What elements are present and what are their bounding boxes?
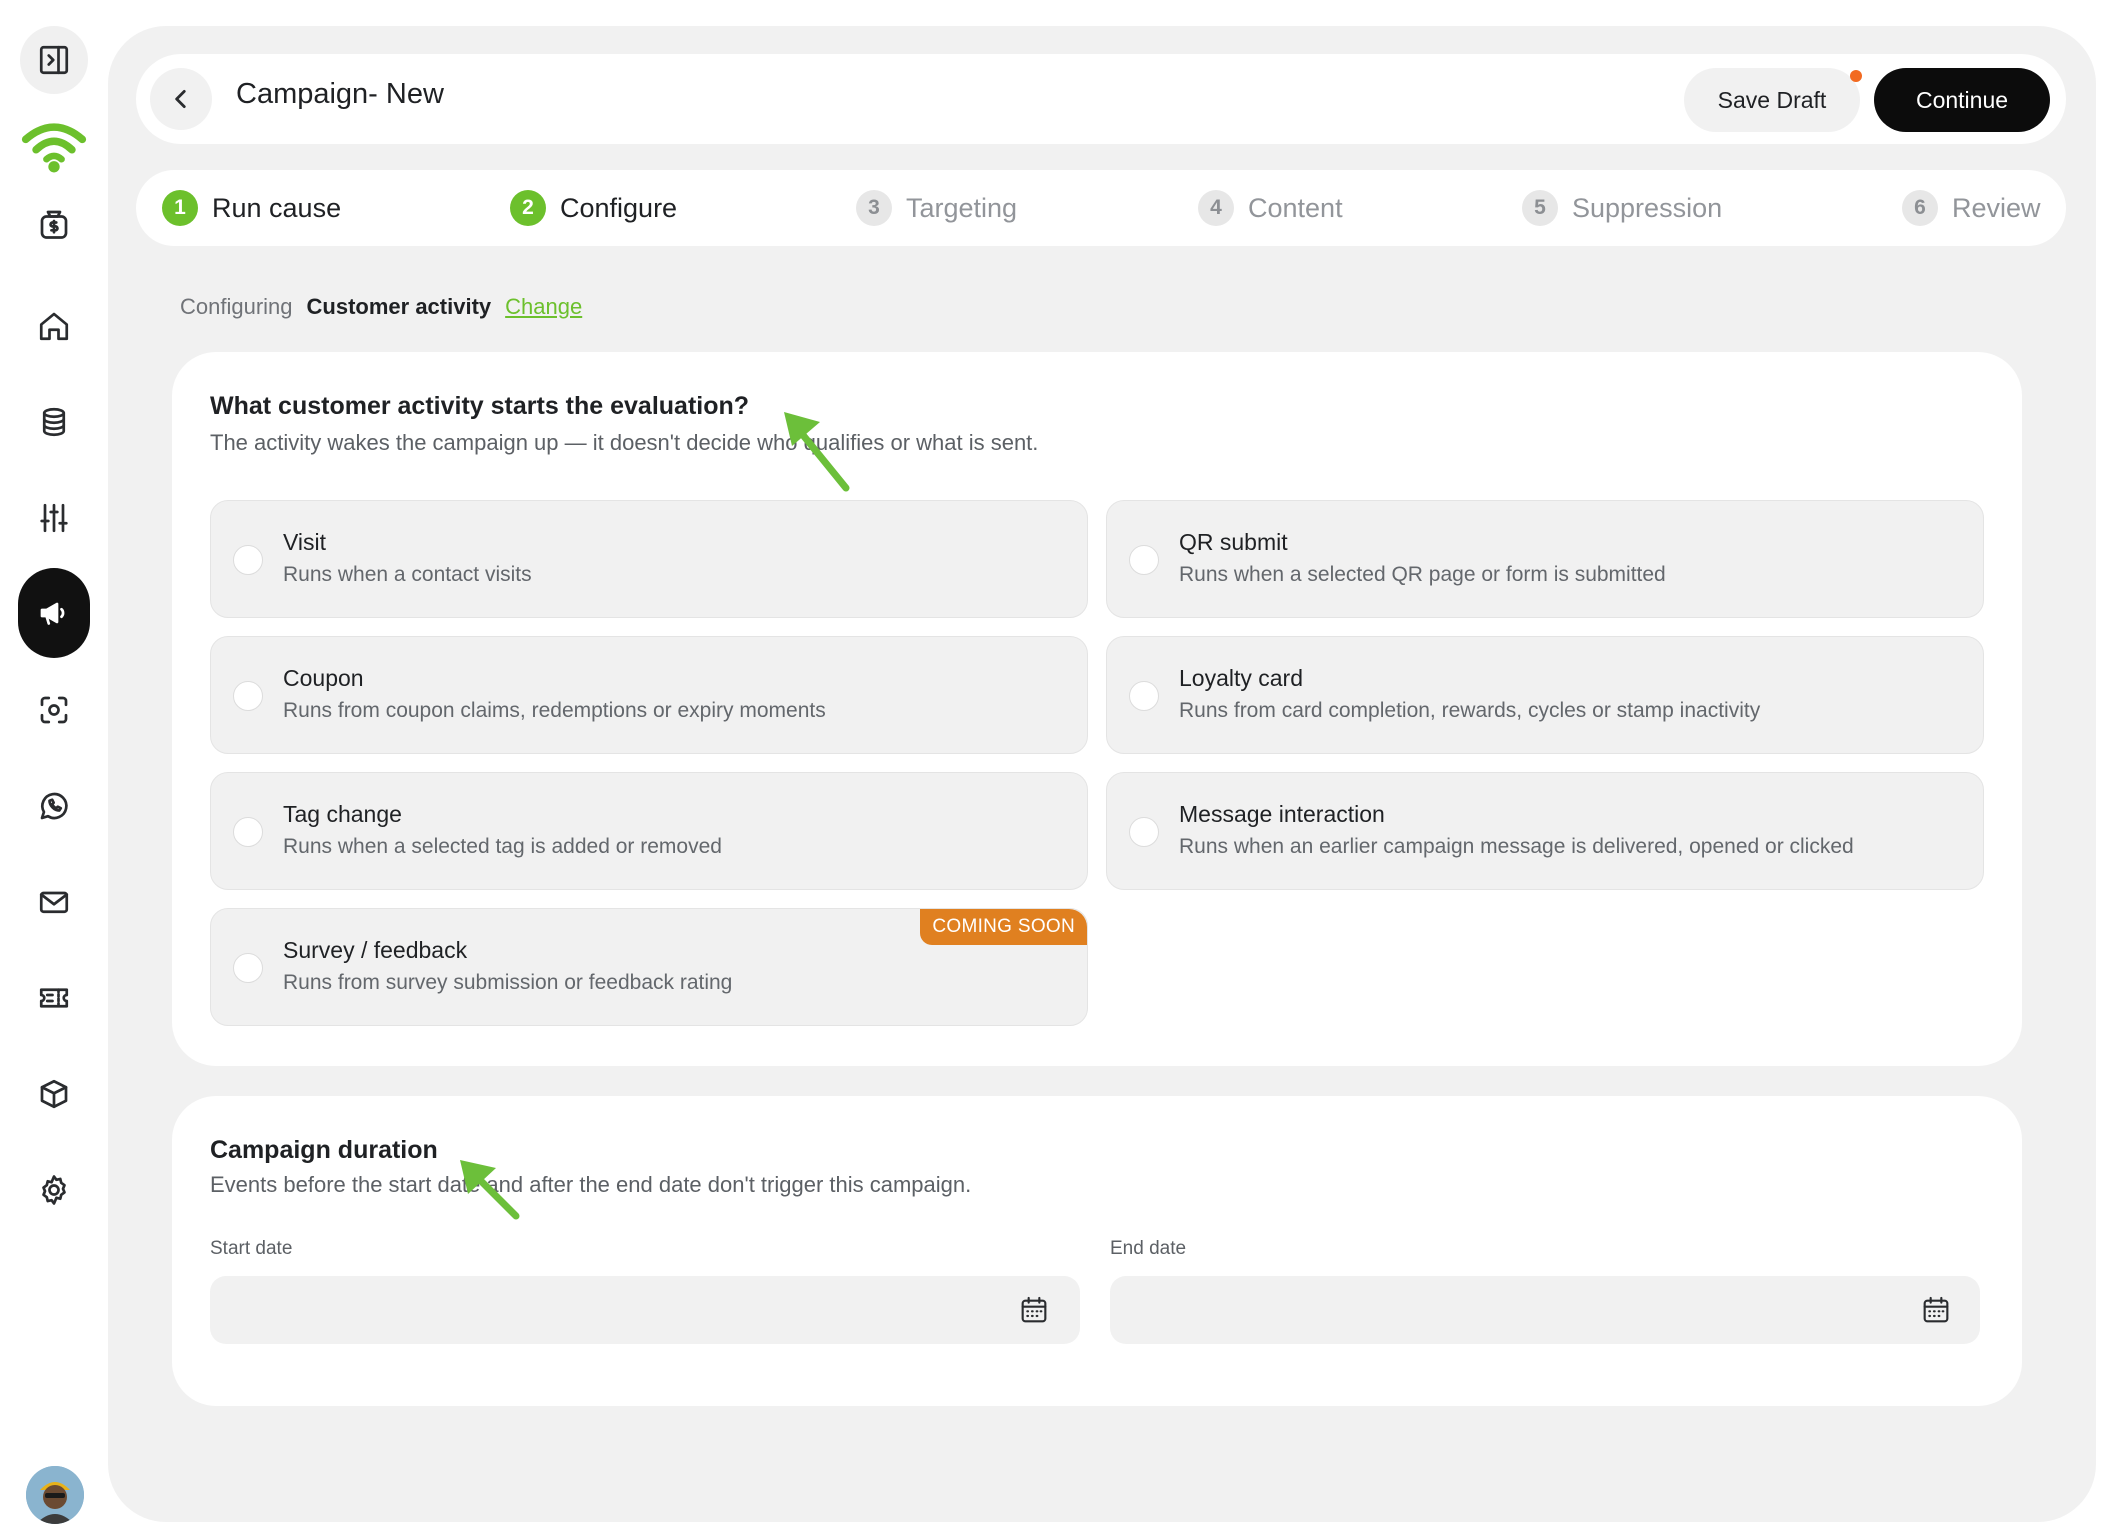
- step-label: Configure: [560, 192, 678, 223]
- option-title: Survey / feedback: [283, 937, 468, 963]
- radio-button[interactable]: [233, 817, 263, 847]
- step-label: Run cause: [212, 192, 342, 223]
- calendar-icon[interactable]: [1920, 1294, 1952, 1326]
- option-description: Runs when a selected QR page or form is …: [1179, 563, 1666, 586]
- activity-card: What customer activity starts the evalua…: [172, 352, 2022, 1066]
- save-draft-button[interactable]: Save Draft: [1684, 68, 1860, 132]
- step-suppression[interactable]: 5 Suppression: [1522, 170, 1722, 246]
- duration-card: Campaign duration Events before the star…: [172, 1096, 2022, 1406]
- ticket-icon[interactable]: [20, 964, 88, 1032]
- step-content[interactable]: 4 Content: [1198, 170, 1343, 246]
- whatsapp-icon[interactable]: [20, 772, 88, 840]
- page-title: Campaign- New: [236, 78, 444, 110]
- radio-button[interactable]: [233, 681, 263, 711]
- start-date-label: Start date: [210, 1238, 293, 1259]
- step-number: 1: [162, 190, 198, 226]
- main-panel: Campaign- New Save Draft Continue 1 Run …: [108, 26, 2096, 1522]
- configuring-value: Customer activity: [306, 294, 492, 319]
- duration-subtitle: Events before the start date and after t…: [210, 1172, 972, 1197]
- back-button[interactable]: [150, 68, 212, 130]
- option-coupon[interactable]: Coupon Runs from coupon claims, redempti…: [210, 636, 1088, 754]
- option-description: Runs when a selected tag is added or rem…: [283, 835, 722, 858]
- megaphone-icon[interactable]: [18, 568, 90, 658]
- activity-title: What customer activity starts the evalua…: [210, 392, 750, 420]
- option-title: Loyalty card: [1179, 665, 1304, 691]
- scan-icon[interactable]: [20, 676, 88, 744]
- step-review[interactable]: 6 Review: [1902, 170, 2041, 246]
- step-number: 6: [1902, 190, 1938, 226]
- mail-icon[interactable]: [20, 868, 88, 936]
- home-icon[interactable]: [20, 292, 88, 360]
- option-title: Message interaction: [1179, 801, 1385, 827]
- avatar[interactable]: [26, 1466, 84, 1524]
- step-label: Suppression: [1572, 192, 1723, 223]
- annotation-arrow-icon: [460, 1160, 520, 1220]
- gear-icon[interactable]: [20, 1156, 88, 1224]
- step-run-cause[interactable]: 1 Run cause: [162, 170, 341, 246]
- radio-button[interactable]: [233, 953, 263, 983]
- step-label: Content: [1248, 192, 1343, 223]
- option-title: QR submit: [1179, 529, 1288, 555]
- radio-button[interactable]: [1129, 681, 1159, 711]
- activity-subtitle: The activity wakes the campaign up — it …: [210, 430, 1039, 455]
- stepper: 1 Run cause 2 Configure 3 Targeting 4 Co…: [136, 170, 2066, 246]
- continue-button[interactable]: Continue: [1874, 68, 2050, 132]
- top-bar: Campaign- New Save Draft Continue: [136, 54, 2066, 144]
- step-targeting[interactable]: 3 Targeting: [856, 170, 1017, 246]
- change-link[interactable]: Change: [505, 294, 582, 320]
- radio-button[interactable]: [1129, 545, 1159, 575]
- option-description: Runs from survey submission or feedback …: [283, 971, 733, 994]
- step-number: 3: [856, 190, 892, 226]
- step-number: 2: [510, 190, 546, 226]
- option-title: Coupon: [283, 665, 364, 691]
- panel-toggle-icon[interactable]: [20, 26, 88, 94]
- wifi-logo-icon[interactable]: [20, 112, 88, 180]
- end-date-input[interactable]: [1110, 1276, 1980, 1344]
- box-icon[interactable]: [20, 1060, 88, 1128]
- step-label: Targeting: [906, 192, 1018, 223]
- option-loyalty-card[interactable]: Loyalty card Runs from card completion, …: [1106, 636, 1984, 754]
- option-qr-submit[interactable]: QR submit Runs when a selected QR page o…: [1106, 500, 1984, 618]
- option-description: Runs when a contact visits: [283, 563, 532, 586]
- duration-title: Campaign duration: [210, 1136, 438, 1164]
- unsaved-indicator-dot: [1850, 70, 1862, 82]
- chevron-left-icon: [175, 90, 186, 108]
- step-number: 4: [1198, 190, 1234, 226]
- radio-button[interactable]: [1129, 817, 1159, 847]
- option-tag-change[interactable]: Tag change Runs when a selected tag is a…: [210, 772, 1088, 890]
- calendar-icon[interactable]: [1018, 1294, 1050, 1326]
- end-date-label: End date: [1110, 1238, 1187, 1259]
- step-label: Review: [1952, 192, 2041, 223]
- money-bag-icon[interactable]: [20, 190, 88, 258]
- coming-soon-badge: COMING SOON: [920, 909, 1087, 945]
- option-title: Visit: [283, 529, 327, 555]
- configuring-breadcrumb: Configuring Customer activity Change: [180, 294, 582, 320]
- step-number: 5: [1522, 190, 1558, 226]
- option-visit[interactable]: Visit Runs when a contact visits: [210, 500, 1088, 618]
- configuring-label: Configuring: [180, 294, 293, 319]
- annotation-arrow-icon: [784, 412, 850, 492]
- step-configure[interactable]: 2 Configure: [510, 170, 677, 246]
- option-title: Tag change: [283, 801, 402, 827]
- option-description: Runs from card completion, rewards, cycl…: [1179, 699, 1761, 722]
- start-date-input[interactable]: [210, 1276, 1080, 1344]
- option-description: Runs when an earlier campaign message is…: [1179, 835, 1854, 858]
- option-survey-feedback[interactable]: Survey / feedback Runs from survey submi…: [210, 908, 1088, 1026]
- sliders-icon[interactable]: [20, 484, 88, 552]
- database-icon[interactable]: [20, 388, 88, 456]
- option-description: Runs from coupon claims, redemptions or …: [283, 699, 826, 722]
- radio-button[interactable]: [233, 545, 263, 575]
- option-message-interaction[interactable]: Message interaction Runs when an earlier…: [1106, 772, 1984, 890]
- sidebar: [0, 0, 108, 1540]
